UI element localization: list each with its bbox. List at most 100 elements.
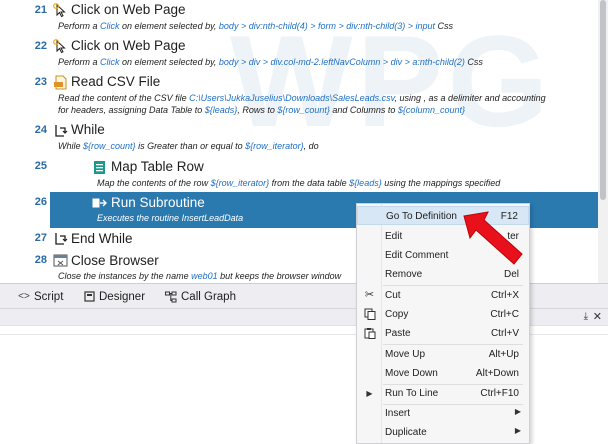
subroutine-icon (92, 196, 107, 211)
step-row[interactable]: 25 Map Table Row Map the contents of the… (0, 156, 598, 192)
menu-item-paste[interactable]: Paste Ctrl+V (357, 324, 529, 343)
table-row-icon (92, 160, 107, 175)
menu-item-copy[interactable]: Copy Ctrl+C (357, 305, 529, 324)
menu-item-label: Remove (385, 269, 423, 280)
close-icon[interactable]: ✕ (593, 310, 602, 323)
step-row[interactable]: 21 Click on Web Page Perform a Click on … (0, 0, 598, 36)
step-title: Click on Web Page (71, 2, 186, 17)
step-title: End While (71, 231, 133, 246)
tab-call-graph[interactable]: Call Graph (165, 289, 236, 305)
step-link[interactable]: ${row_count} (83, 141, 136, 151)
step-link[interactable]: body > div:nth-child(4) > form > div:nth… (219, 21, 435, 31)
step-description: Perform a Click on element selected by, … (58, 57, 483, 68)
step-description: Read the content of the CSV file C:\User… (58, 93, 546, 104)
menu-item-label: Run To Line (385, 388, 439, 399)
step-description: Close the instances by the name web01 bu… (58, 271, 341, 282)
submenu-arrow-icon: ▶ (514, 407, 521, 416)
menu-item-move-up[interactable]: Move Up Alt+Up (357, 345, 529, 364)
menu-item-label: Edit (385, 231, 403, 242)
menu-item-label: Insert (385, 408, 411, 419)
step-link[interactable]: web01 (191, 271, 218, 281)
step-text: on element selected by, (119, 57, 219, 67)
call-graph-icon (165, 291, 177, 303)
designer-icon (83, 291, 95, 303)
step-text: but keeps the browser window (217, 271, 342, 281)
paste-icon (363, 327, 376, 340)
step-text: is Greater than or equal to (135, 141, 246, 151)
menu-item-shortcut: Ctrl+V (490, 328, 519, 339)
step-text: Perform a (58, 21, 101, 31)
step-link[interactable]: ${leads} (349, 178, 382, 188)
step-text: , using , as a delimiter and accounting (394, 93, 546, 103)
loop-end-icon (53, 231, 68, 246)
step-link[interactable]: C:\Users\JukkaJuselius\Downloads\SalesLe… (189, 93, 394, 103)
scissors-icon: ✂ (364, 289, 375, 301)
menu-item-insert[interactable]: Insert ▶ (357, 404, 529, 423)
step-text: Perform a (58, 57, 101, 67)
step-text: on element selected by, (119, 21, 219, 31)
step-link[interactable]: Click (100, 57, 120, 67)
step-link[interactable]: ${row_count} (277, 105, 330, 115)
red-pointer-arrow-icon (463, 211, 523, 265)
step-link[interactable]: ${leads} (205, 105, 238, 115)
menu-item-label: Move Down (385, 368, 438, 379)
pin-icon[interactable]: ⤓ (584, 311, 588, 322)
step-link[interactable]: ${row_iterator} (211, 178, 270, 188)
menu-item-label: Go To Definition (386, 211, 457, 222)
copy-icon (363, 308, 376, 321)
step-title: Close Browser (71, 253, 159, 268)
line-number: 25 (34, 160, 47, 172)
step-title: Map Table Row (111, 159, 204, 174)
menu-item-shortcut: Ctrl+C (490, 309, 519, 320)
tab-script[interactable]: <> Script (18, 289, 63, 305)
step-title: Click on Web Page (71, 38, 186, 53)
tab-designer[interactable]: Designer (83, 289, 145, 305)
step-link[interactable]: Click (100, 21, 120, 31)
menu-item-duplicate[interactable]: Duplicate ▶ (357, 423, 529, 442)
step-row[interactable]: 24 While While ${row_count} is Greater t… (0, 120, 598, 156)
line-number: 27 (34, 232, 47, 244)
menu-item-cut[interactable]: ✂ Cut Ctrl+X (357, 286, 529, 305)
step-text: Close the instances by the name (58, 271, 192, 281)
cursor-click-icon (53, 39, 68, 54)
step-title: Read CSV File (71, 74, 161, 89)
editor-vertical-scrollbar[interactable] (598, 0, 608, 283)
step-link[interactable]: ${row_iterator} (245, 141, 304, 151)
step-row[interactable]: 22 Click on Web Page Perform a Click on … (0, 36, 598, 72)
line-number: 28 (34, 254, 47, 266)
step-text: , do (303, 141, 319, 151)
step-text: from the data table (269, 178, 350, 188)
step-link[interactable]: InsertLeadData (182, 213, 244, 223)
step-title: While (71, 122, 105, 137)
step-description: Map the contents of the row ${row_iterat… (97, 178, 500, 189)
step-text: Map the contents of the row (97, 178, 211, 188)
step-text: and Columns to (329, 105, 398, 115)
cursor-click-icon (53, 3, 68, 18)
scrollbar-thumb[interactable] (600, 0, 606, 200)
step-title: Run Subroutine (111, 195, 205, 210)
menu-item-run-to-line[interactable]: ▶ Run To Line Ctrl+F10 (357, 384, 529, 403)
step-description: While ${row_count} is Greater than or eq… (58, 141, 319, 152)
line-number: 22 (34, 40, 47, 52)
menu-item-label: Move Up (385, 349, 426, 360)
tab-label: Designer (99, 291, 146, 303)
step-link[interactable]: ${column_count} (398, 105, 465, 115)
line-number: 24 (34, 124, 47, 136)
menu-item-move-down[interactable]: Move Down Alt+Down (357, 364, 529, 383)
tab-label: Call Graph (181, 291, 236, 303)
step-link[interactable]: body > div > div.col-md-2.leftNavColumn … (219, 57, 465, 67)
menu-item-label: Copy (385, 309, 409, 320)
menu-item-shortcut: Ctrl+F10 (480, 388, 519, 399)
menu-item-label: Duplicate (385, 427, 427, 438)
step-text: While (58, 141, 84, 151)
step-text: , Rows to (237, 105, 278, 115)
submenu-arrow-icon: ▶ (514, 426, 521, 435)
script-icon: <> (18, 291, 30, 302)
step-text: Css (435, 21, 454, 31)
step-text: Read the content of the CSV file (58, 93, 190, 103)
step-row[interactable]: 23 Read CSV File Read the content of the… (0, 72, 598, 120)
step-text: Executes the routine (97, 213, 182, 223)
menu-item-label: Edit Comment (385, 250, 449, 261)
loop-icon (53, 123, 68, 138)
menu-item-label: Paste (385, 328, 411, 339)
